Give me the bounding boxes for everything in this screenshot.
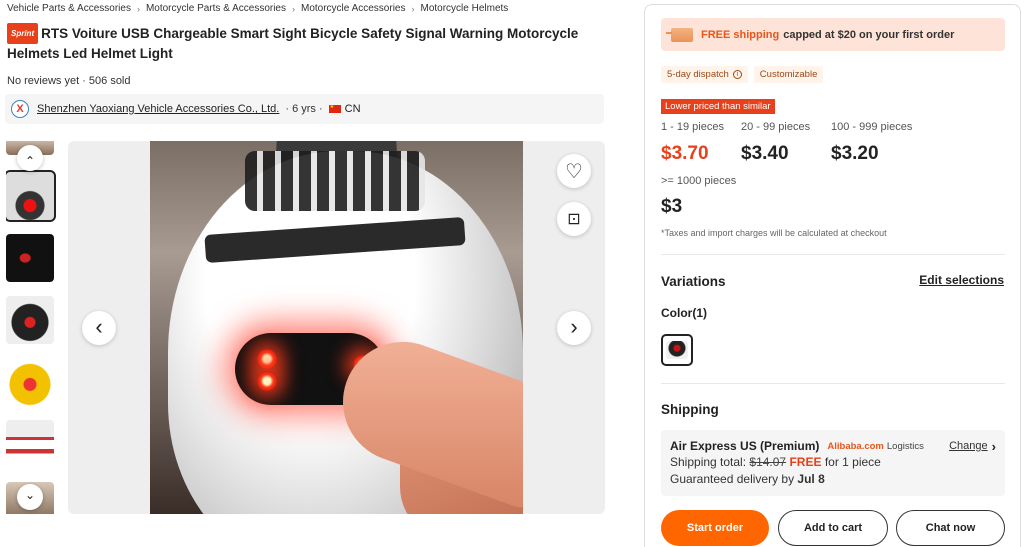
thumbnail-scroll-up-button[interactable]: ⌃ bbox=[17, 145, 43, 171]
guaranteed-delivery: Guaranteed delivery by Jul 8 bbox=[670, 472, 825, 486]
chevron-right-icon: › bbox=[570, 313, 578, 339]
image-search-icon: ⊡ bbox=[567, 211, 581, 228]
breadcrumb: Vehicle Parts & Accessories › Motorcycle… bbox=[7, 3, 508, 14]
tier-price: $3.20 bbox=[831, 143, 879, 164]
tier-price: $3 bbox=[661, 196, 683, 217]
add-to-cart-button[interactable]: Add to cart bbox=[778, 510, 888, 546]
thumbnail-scroll-down-button[interactable]: ⌄ bbox=[17, 484, 43, 510]
heart-icon: ♡ bbox=[565, 160, 583, 183]
dispatch-tag: 5-day dispatch i bbox=[661, 66, 748, 83]
divider bbox=[661, 383, 1005, 384]
chevron-up-icon: ⌃ bbox=[24, 154, 36, 168]
previous-image-button[interactable]: ‹ bbox=[82, 311, 116, 345]
sprint-badge: Sprint bbox=[7, 23, 39, 44]
tier-range: 20 - 99 pieces bbox=[741, 121, 811, 133]
product-photo bbox=[150, 141, 523, 514]
next-image-button[interactable]: › bbox=[557, 311, 591, 345]
start-order-button[interactable]: Start order bbox=[661, 510, 769, 546]
breadcrumb-item[interactable]: Motorcycle Helmets bbox=[420, 3, 508, 14]
tier-range: >= 1000 pieces bbox=[661, 175, 737, 187]
supplier-logo: X bbox=[11, 100, 29, 118]
favorite-button[interactable]: ♡ bbox=[557, 154, 591, 188]
breadcrumb-separator-icon: › bbox=[411, 3, 415, 14]
breadcrumb-item[interactable]: Vehicle Parts & Accessories bbox=[7, 3, 131, 14]
thumbnail[interactable] bbox=[6, 234, 54, 282]
shipping-details: Air Express US (Premium) Alibaba.com Log… bbox=[661, 430, 1005, 496]
edit-selections-link[interactable]: Edit selections bbox=[919, 273, 1004, 287]
variations-title: Variations bbox=[661, 274, 726, 289]
shipping-box-icon bbox=[666, 27, 693, 42]
product-tags: 5-day dispatch i Customizable bbox=[661, 66, 824, 83]
chevron-left-icon: ‹ bbox=[95, 313, 103, 339]
shipping-title: Shipping bbox=[661, 402, 719, 417]
breadcrumb-separator-icon: › bbox=[136, 3, 140, 14]
divider bbox=[661, 254, 1005, 255]
supplier-country: CN bbox=[344, 103, 361, 115]
change-shipping-link[interactable]: Change bbox=[949, 440, 988, 452]
breadcrumb-separator-icon: › bbox=[292, 3, 295, 14]
thumbnail[interactable] bbox=[6, 296, 54, 344]
chat-now-button[interactable]: Chat now bbox=[896, 510, 1005, 546]
reviews-sold-count: No reviews yet · 506 sold bbox=[7, 75, 131, 87]
visual-search-button[interactable]: ⊡ bbox=[557, 202, 591, 236]
free-shipping-banner: FREE shipping capped at $20 on your firs… bbox=[661, 18, 1005, 51]
product-title: RTS Voiture USB Chargeable Smart Sight B… bbox=[7, 26, 579, 61]
purchase-panel: FREE shipping capped at $20 on your firs… bbox=[644, 4, 1021, 547]
shipping-method: Air Express US (Premium) bbox=[670, 439, 820, 453]
chevron-down-icon: ⌄ bbox=[24, 488, 36, 502]
thumbnail-strip bbox=[6, 141, 56, 514]
china-flag-icon bbox=[328, 104, 341, 113]
breadcrumb-item[interactable]: Motorcycle Parts & Accessories bbox=[146, 3, 286, 14]
main-product-image[interactable]: ‹ › ♡ ⊡ bbox=[68, 141, 605, 514]
thumbnail[interactable] bbox=[6, 358, 54, 406]
tier-range: 100 - 999 pieces bbox=[831, 121, 913, 133]
alibaba-logo: Alibaba.com bbox=[827, 440, 884, 452]
supplier-bar: X Shenzhen Yaoxiang Vehicle Accessories … bbox=[5, 94, 604, 124]
thumbnail[interactable] bbox=[6, 420, 54, 468]
lower-price-badge: Lower priced than similar bbox=[661, 99, 775, 114]
tier-price: $3.40 bbox=[741, 143, 789, 164]
chevron-right-icon[interactable]: › bbox=[992, 439, 996, 454]
shipping-total: Shipping total: $14.07 FREE for 1 piece bbox=[670, 455, 881, 469]
tier-range: 1 - 19 pieces bbox=[661, 121, 724, 133]
tier-price: $3.70 bbox=[661, 143, 709, 164]
breadcrumb-item[interactable]: Motorcycle Accessories bbox=[301, 3, 405, 14]
color-swatch[interactable] bbox=[661, 334, 693, 366]
tax-note: *Taxes and import charges will be calcul… bbox=[661, 228, 887, 238]
color-label: Color(1) bbox=[661, 306, 707, 320]
thumbnail-selected[interactable] bbox=[6, 170, 56, 222]
customizable-tag: Customizable bbox=[753, 66, 824, 83]
product-title-block: Sprint RTS Voiture USB Chargeable Smart S… bbox=[7, 23, 597, 63]
supplier-name-link[interactable]: Shenzhen Yaoxiang Vehicle Accessories Co… bbox=[37, 103, 279, 115]
supplier-years: · 6 yrs · bbox=[285, 103, 323, 115]
info-icon[interactable]: i bbox=[732, 70, 742, 79]
